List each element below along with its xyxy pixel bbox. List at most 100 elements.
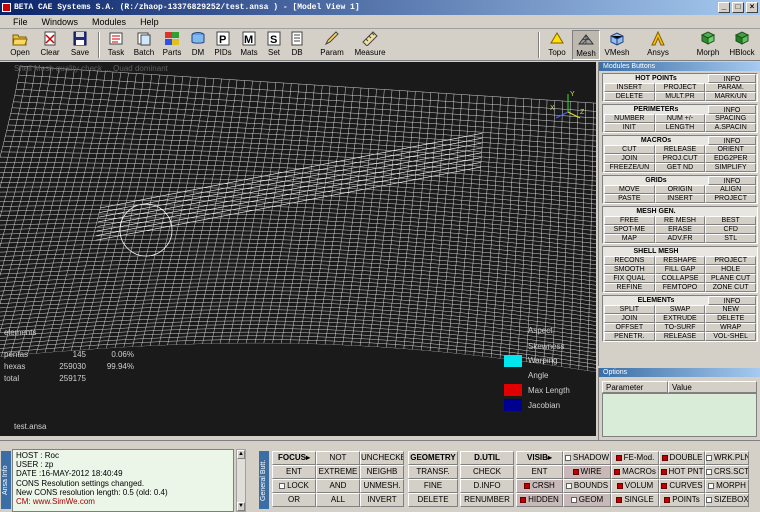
maximize-button[interactable]: □: [732, 2, 744, 13]
macros-get-nd-button[interactable]: GET ND: [654, 163, 706, 172]
focus-ent-button[interactable]: ENT: [272, 465, 316, 479]
visib-morph-button[interactable]: MORPH: [705, 479, 749, 493]
menu-help[interactable]: Help: [133, 15, 166, 28]
dm-button[interactable]: DM: [187, 30, 209, 60]
dutil-renumber-button[interactable]: RENUMBER: [460, 493, 514, 507]
geometry-geometry-button[interactable]: GEOMETRY: [408, 451, 458, 465]
lock-checkbox-icon[interactable]: [279, 483, 286, 489]
visib-crsh-button[interactable]: CRSH: [516, 479, 563, 493]
visibility-checkbox-icon[interactable]: [616, 483, 623, 489]
macros-proj-cut-button[interactable]: PROJ.CUT: [654, 154, 706, 163]
module-info-button[interactable]: INFO: [708, 74, 756, 83]
shell-mesh-femtopo-button[interactable]: FEMTOPO: [654, 283, 706, 292]
grids-insert-button[interactable]: INSERT: [654, 194, 706, 203]
mesh-button[interactable]: Mesh: [572, 30, 600, 60]
hot-points-insert-button[interactable]: INSERT: [604, 83, 655, 92]
perimeters-number-button[interactable]: NUMBER: [604, 114, 655, 123]
mesh-gen-spot-me-button[interactable]: SPOT-ME: [604, 225, 655, 234]
measure-button[interactable]: Measure: [350, 30, 390, 60]
scroll-up-icon[interactable]: ▲: [237, 450, 245, 459]
macros-release-button[interactable]: RELEASE: [654, 145, 706, 154]
module-info-button[interactable]: INFO: [708, 296, 756, 305]
module-group-title[interactable]: SHELL MESH: [604, 247, 708, 256]
macros-cut-button[interactable]: CUT: [604, 145, 655, 154]
shell-mesh-fill-gap-button[interactable]: FILL GAP: [654, 265, 706, 274]
elements-offset-button[interactable]: OFFSET: [604, 323, 655, 332]
scroll-down-icon[interactable]: ▼: [237, 502, 245, 511]
elements-extrude-button[interactable]: EXTRUDE: [654, 314, 706, 323]
grids-project-button[interactable]: PROJECT: [705, 194, 757, 203]
mesh-gen-best-button[interactable]: BEST: [705, 216, 757, 225]
visibility-checkbox-icon[interactable]: [661, 455, 668, 461]
mesh-gen-stl-button[interactable]: STL: [705, 234, 757, 243]
menu-modules[interactable]: Modules: [85, 15, 133, 28]
general-buttons-tab[interactable]: General Butt.: [259, 451, 269, 509]
shell-mesh-collapse-button[interactable]: COLLAPSE: [654, 274, 706, 283]
module-info-button[interactable]: INFO: [708, 176, 756, 185]
perimeters-spacing-button[interactable]: SPACING: [705, 114, 757, 123]
module-group-title[interactable]: GRIDs: [604, 176, 708, 185]
batch-button[interactable]: Batch: [131, 30, 157, 60]
param-button[interactable]: Param: [316, 30, 348, 60]
perimeters-length-button[interactable]: LENGTH: [654, 123, 706, 132]
mesh-gen-free-button[interactable]: FREE: [604, 216, 655, 225]
elements-release-button[interactable]: RELEASE: [654, 332, 706, 341]
perimeters-a-spacin-button[interactable]: A.SPACIN: [705, 123, 757, 132]
vmesh-button[interactable]: VMesh: [602, 30, 632, 60]
db-button[interactable]: DB: [287, 30, 307, 60]
macros-simplify-button[interactable]: SIMPLIFY: [705, 163, 757, 172]
visib-wire-button[interactable]: WIRE: [563, 465, 611, 479]
mesh-gen-re-mesh-button[interactable]: RE MESH: [654, 216, 706, 225]
focus-or-button[interactable]: OR: [272, 493, 316, 507]
visib-macros-button[interactable]: MACROs: [611, 465, 659, 479]
focus-not-button[interactable]: NOT: [316, 451, 360, 465]
open-button[interactable]: Open: [6, 30, 34, 60]
focus-lock-button[interactable]: LOCK: [272, 479, 316, 493]
focus-unchecke-button[interactable]: UNCHECKE.: [360, 451, 404, 465]
visibility-checkbox-icon[interactable]: [664, 497, 671, 503]
elements-split-button[interactable]: SPLIT: [604, 305, 655, 314]
macros-freeze-un-button[interactable]: FREEZE/UN: [604, 163, 655, 172]
visib-visib-button[interactable]: VISIB▸: [516, 451, 563, 465]
visib-wrk-pln-button[interactable]: WRK.PLN: [705, 451, 749, 465]
parts-button[interactable]: Parts: [159, 30, 185, 60]
grids-origin-button[interactable]: ORIGIN: [654, 185, 706, 194]
hot-points-delete-button[interactable]: DELETE: [604, 92, 655, 101]
visib-points-button[interactable]: POINTs: [659, 493, 705, 507]
visibility-checkbox-icon[interactable]: [708, 483, 715, 489]
visib-hidden-button[interactable]: HIDDEN: [516, 493, 563, 507]
visib-crs-sct-button[interactable]: CRS.SCT: [705, 465, 749, 479]
elements-delete-button[interactable]: DELETE: [705, 314, 757, 323]
shell-mesh-recons-button[interactable]: RECONS: [604, 256, 655, 265]
visibility-checkbox-icon[interactable]: [661, 483, 668, 489]
set-button[interactable]: S Set: [263, 30, 285, 60]
visib-fe-mod-button[interactable]: FE-Mod.: [611, 451, 659, 465]
visib-sizebox-button[interactable]: SIZEBOX: [705, 493, 749, 507]
module-group-title[interactable]: MACROs: [604, 136, 708, 145]
save-button[interactable]: Save: [66, 30, 94, 60]
visibility-checkbox-icon[interactable]: [660, 469, 667, 475]
ansys-button[interactable]: Ansys: [643, 30, 673, 60]
grids-align-button[interactable]: ALIGN: [705, 185, 757, 194]
hot-points-mark-un-button[interactable]: MARK/UN: [705, 92, 757, 101]
options-column-value[interactable]: Value: [668, 381, 757, 393]
shell-mesh-zone-cut-button[interactable]: ZONE CUT: [705, 283, 757, 292]
visib-curves-button[interactable]: CURVES: [659, 479, 705, 493]
visib-hot-pnt-button[interactable]: HOT PNT: [659, 465, 705, 479]
module-group-title[interactable]: ELEMENTs: [604, 296, 708, 305]
hot-points-mult-pr-button[interactable]: MULT.PR: [654, 92, 706, 101]
visib-shadow-button[interactable]: SHADOW: [563, 451, 611, 465]
visib-single-button[interactable]: SINGLE: [611, 493, 659, 507]
visib-volum-button[interactable]: VOLUM: [611, 479, 659, 493]
elements-vol-shel-button[interactable]: VOL-SHEL: [705, 332, 757, 341]
hblock-button[interactable]: HBlock: [726, 30, 758, 60]
macros-join-button[interactable]: JOIN: [604, 154, 655, 163]
module-info-button[interactable]: INFO: [708, 105, 756, 114]
mats-button[interactable]: M Mats: [237, 30, 261, 60]
elements-to-surf-button[interactable]: TO-SURF: [654, 323, 706, 332]
dutil-check-button[interactable]: CHECK: [460, 465, 514, 479]
visibility-checkbox-icon[interactable]: [615, 455, 622, 461]
close-button[interactable]: ×: [746, 2, 758, 13]
shell-mesh-plane-cut-button[interactable]: PLANE CUT: [705, 274, 757, 283]
options-column-parameter[interactable]: Parameter: [602, 381, 668, 393]
